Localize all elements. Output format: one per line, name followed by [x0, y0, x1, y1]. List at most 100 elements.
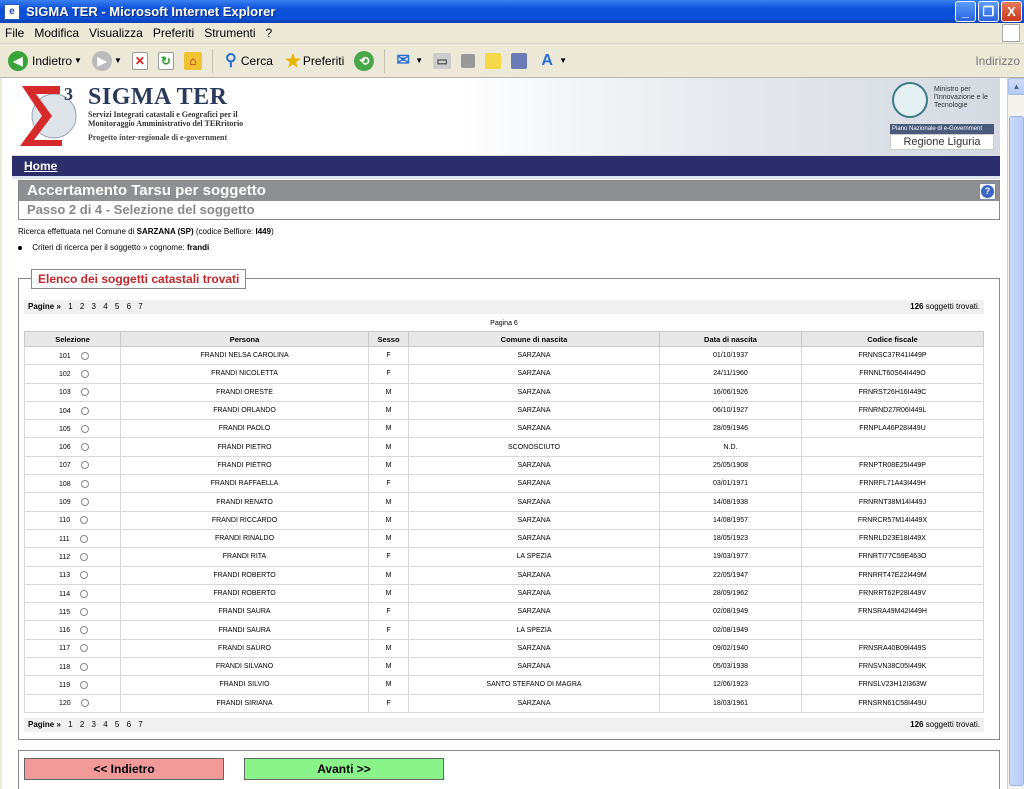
cell-persona: FRANDI ORESTE	[120, 382, 369, 402]
cell-data: 01/10/1937	[659, 345, 802, 366]
select-radio[interactable]	[80, 461, 89, 470]
stop-icon: ✕	[131, 51, 148, 70]
next-nav-button[interactable]: Avanti >>	[244, 758, 444, 780]
refresh-button[interactable]: ↻	[154, 48, 178, 74]
select-radio[interactable]	[80, 626, 89, 635]
edit-button[interactable]	[457, 48, 479, 74]
page-link-6[interactable]: 6	[127, 720, 131, 729]
vertical-scrollbar[interactable]: ▲	[1007, 78, 1024, 789]
page-link-6[interactable]: 6	[127, 302, 131, 311]
translate-icon: A	[541, 51, 553, 69]
pager-bottom: Pagine » 1 2 3 4 5 6 7 126 soggetti trov…	[24, 718, 984, 732]
page-link-5[interactable]: 5	[115, 720, 119, 729]
cell-selezione: 109	[24, 492, 121, 512]
select-radio[interactable]	[80, 680, 89, 689]
search-button[interactable]: ⚲ Cerca	[217, 48, 277, 74]
select-radio[interactable]	[80, 406, 89, 415]
menu-help[interactable]: ?	[261, 26, 278, 40]
select-radio[interactable]	[80, 589, 89, 598]
research-button[interactable]	[507, 48, 531, 74]
page-link-4[interactable]: 4	[103, 720, 107, 729]
minimize-button[interactable]: _	[955, 1, 976, 22]
translate-button[interactable]: A ▼	[533, 48, 571, 74]
dropdown-icon[interactable]: ▼	[114, 56, 122, 65]
page-title: Accertamento Tarsu per soggetto	[19, 181, 999, 201]
back-button[interactable]: ◀ Indietro ▼	[4, 48, 86, 74]
favorites-button[interactable]: ★ Preferiti	[279, 48, 348, 74]
menu-preferiti[interactable]: Preferiti	[148, 26, 199, 40]
page-link-5[interactable]: 5	[115, 302, 119, 311]
menu-modifica[interactable]: Modifica	[29, 26, 84, 40]
col-sesso: Sesso	[368, 331, 409, 347]
page-link-7[interactable]: 7	[138, 302, 142, 311]
page-link-4[interactable]: 4	[103, 302, 107, 311]
maximize-button[interactable]: ❐	[978, 1, 999, 22]
belfiore-value: I449	[255, 227, 272, 236]
page-link-2[interactable]: 2	[80, 720, 84, 729]
cell-comune: SARZANA	[408, 474, 660, 494]
cell-comune: SARZANA	[408, 638, 660, 659]
cell-sesso: M	[368, 455, 409, 476]
title-bar: e SIGMA TER - Microsoft Internet Explore…	[0, 0, 1024, 23]
select-radio[interactable]	[80, 516, 89, 525]
page-link-3[interactable]: 3	[92, 302, 96, 311]
cell-codice: FRNRCR57M14I449X	[801, 510, 984, 530]
menu-strumenti[interactable]: Strumenti	[199, 26, 260, 40]
select-radio[interactable]	[80, 424, 89, 433]
page-link-3[interactable]: 3	[92, 720, 96, 729]
select-radio[interactable]	[80, 699, 89, 708]
scroll-thumb[interactable]	[1009, 116, 1024, 786]
close-button[interactable]: X	[1001, 1, 1022, 22]
select-radio[interactable]	[80, 351, 89, 360]
select-radio[interactable]	[79, 534, 88, 543]
home-button[interactable]: ⌂	[180, 48, 206, 74]
cell-selezione: 102	[24, 364, 121, 384]
bullet-icon	[18, 245, 22, 250]
dropdown-icon[interactable]: ▼	[415, 56, 423, 65]
cell-comune: SARZANA	[408, 565, 660, 585]
cell-persona: FRANDI SAURA	[120, 602, 369, 622]
table-row: 114 FRANDI ROBERTO M SARZANA 28/09/1962 FRNRR…	[24, 583, 984, 604]
cell-selezione: 116	[24, 620, 121, 640]
stop-button[interactable]: ✕	[128, 48, 152, 74]
select-radio[interactable]	[80, 369, 89, 378]
comune-value: SARZANA (SP)	[136, 227, 194, 236]
dropdown-icon[interactable]: ▼	[74, 56, 82, 65]
page-link-7[interactable]: 7	[138, 720, 142, 729]
scroll-up-icon[interactable]: ▲	[1008, 78, 1024, 95]
select-radio[interactable]	[80, 552, 89, 561]
home-link[interactable]: Home	[24, 159, 57, 173]
table-row: 118 FRANDI SILVANO M SARZANA 05/03/1938 FRNSV…	[24, 657, 984, 677]
select-radio[interactable]	[80, 479, 89, 488]
print-button[interactable]: ▭	[429, 48, 455, 74]
select-radio[interactable]	[80, 498, 89, 507]
row-index: 108	[59, 480, 71, 488]
page-link-1[interactable]: 1	[68, 720, 72, 729]
menu-visualizza[interactable]: Visualizza	[84, 26, 148, 40]
cell-comune: SARZANA	[408, 455, 660, 476]
menu-file[interactable]: File	[0, 26, 29, 40]
cell-sesso: M	[368, 437, 409, 457]
select-radio[interactable]	[80, 571, 89, 580]
dropdown-icon[interactable]: ▼	[559, 56, 567, 65]
select-radio[interactable]	[80, 388, 89, 397]
select-radio[interactable]	[80, 607, 89, 616]
select-radio[interactable]	[80, 662, 89, 671]
back-nav-button[interactable]: << Indietro	[24, 758, 224, 780]
help-button[interactable]: ?	[979, 183, 996, 200]
cell-comune: SARZANA	[408, 510, 660, 530]
select-radio[interactable]	[80, 644, 89, 653]
cell-comune: LA SPEZIA	[408, 620, 660, 640]
discuss-button[interactable]	[481, 48, 505, 74]
mail-button[interactable]: ✉ ▼	[389, 48, 427, 74]
forward-button[interactable]: ▶ ▼	[88, 48, 126, 74]
page-link-2[interactable]: 2	[80, 302, 84, 311]
results-legend: Elenco dei soggetti catastali trovati	[31, 269, 247, 289]
favorites-label: Preferiti	[302, 53, 345, 68]
search-icon: ⚲	[225, 51, 237, 69]
page-link-1[interactable]: 1	[68, 302, 72, 311]
history-button[interactable]: ⟲	[350, 48, 378, 74]
select-radio[interactable]	[80, 443, 89, 452]
cell-selezione: 111	[24, 528, 121, 549]
cell-data: 28/09/1962	[659, 583, 802, 604]
